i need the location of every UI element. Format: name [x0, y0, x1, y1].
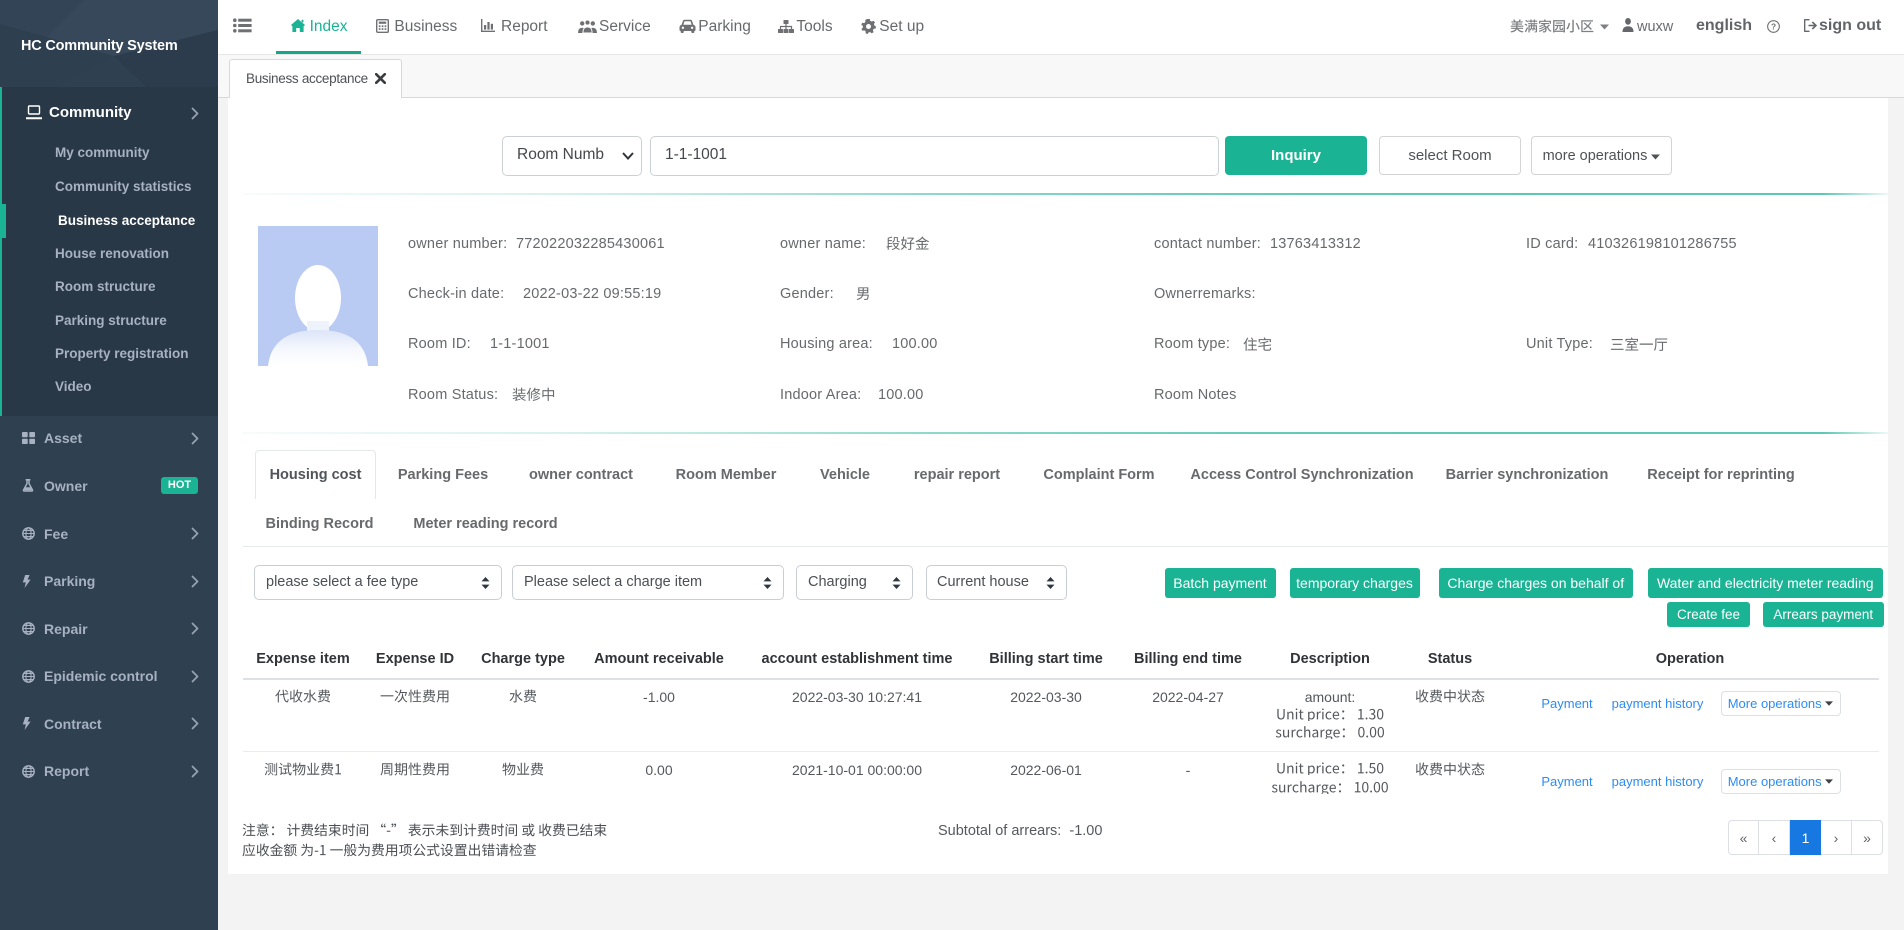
svg-text:?: ? [1770, 21, 1775, 31]
